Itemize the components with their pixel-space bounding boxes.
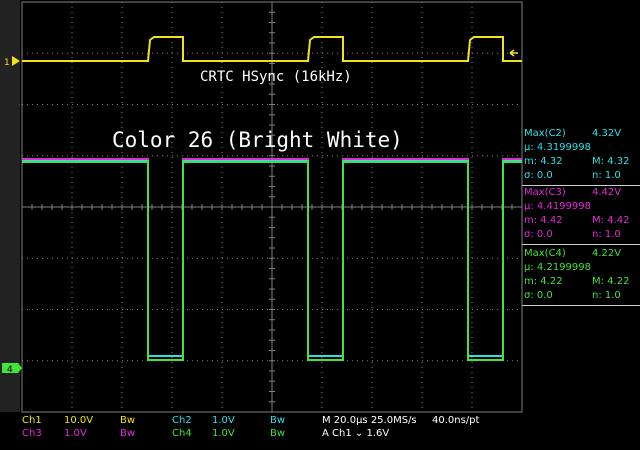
measurement-value: 4.22V — [592, 248, 622, 259]
measurement-row: µ: 4.3199998 — [524, 141, 640, 155]
measurement-key: m: 4.42 — [524, 215, 563, 226]
measurement-row: σ: 0.0 n: 1.0 — [524, 169, 640, 183]
measurement-row: σ: 0.0 n: 1.0 — [524, 289, 640, 303]
trigger-setting: A Ch1 ⌄ 1.6V — [322, 428, 390, 439]
measurement-value: 4.42V — [592, 187, 622, 198]
measurement-key: Max(C4) — [524, 248, 566, 259]
measurement-row: m: 4.42 M: 4.42 — [524, 214, 640, 228]
ch4-label: Ch4 — [172, 428, 192, 439]
ch1-scale: 10.0V — [64, 415, 94, 426]
ch4-scale: 1.0V — [212, 428, 235, 439]
measurement-separator — [522, 244, 640, 245]
measurement-row: µ: 4.4199998 — [524, 200, 640, 214]
measurement-value: n: 1.0 — [592, 229, 621, 240]
measurement-row: µ: 4.2199998 — [524, 261, 640, 275]
ch4-marker-label: 4 — [7, 365, 13, 375]
measurement-key: Max(C3) — [524, 187, 566, 198]
measurement-block: Max(C4) 4.22V µ: 4.2199998 m: 4.22 M: 4.22 σ:… — [524, 247, 640, 303]
measurement-row: m: 4.22 M: 4.22 — [524, 275, 640, 289]
measurement-key: µ: 4.3199998 — [524, 142, 591, 153]
measurement-key: Max(C2) — [524, 128, 566, 139]
ch4-bw-icon: Bw — [270, 428, 286, 439]
measurement-value: 4.32V — [592, 128, 622, 139]
measurement-key: σ: 0.0 — [524, 170, 553, 181]
measurement-block: Max(C3) 4.42V µ: 4.4199998 m: 4.42 M: 4.42 σ:… — [524, 186, 640, 242]
ch3-bw-icon: Bw — [120, 428, 136, 439]
measurement-row: Max(C2) 4.32V — [524, 127, 640, 141]
measurement-key: σ: 0.0 — [524, 290, 553, 301]
measurement-key: σ: 0.0 — [524, 229, 553, 240]
overlay-title: Color 26 (Bright White) — [112, 128, 403, 152]
measurement-key: µ: 4.4199998 — [524, 201, 591, 212]
measurement-row: σ: 0.0 n: 1.0 — [524, 228, 640, 242]
ch2-label: Ch2 — [172, 415, 192, 426]
ch1-label: Ch1 — [22, 415, 42, 426]
ch1-bw-icon: Bw — [120, 415, 136, 426]
measurement-key: m: 4.32 — [524, 156, 563, 167]
record-length: 40.0ns/pt — [432, 415, 480, 426]
graticule-grid — [21, 1, 523, 413]
measurement-value: M: 4.42 — [592, 215, 630, 226]
measurement-row: Max(C4) 4.22V — [524, 247, 640, 261]
measurement-value: M: 4.32 — [592, 156, 630, 167]
ch2-scale: 1.0V — [212, 415, 235, 426]
timebase: M 20.0µs 25.0MS/s — [322, 415, 417, 426]
signal-label: CRTC HSync (16kHz) — [200, 69, 352, 85]
measurement-key: µ: 4.2199998 — [524, 262, 591, 273]
ch3-scale: 1.0V — [64, 428, 87, 439]
trigger-level-icon — [509, 49, 518, 57]
measurement-separator — [522, 305, 640, 306]
measurement-key: m: 4.22 — [524, 276, 563, 287]
ch2-bw-icon: Bw — [270, 415, 286, 426]
ch3-label: Ch3 — [22, 428, 42, 439]
ch1-marker-label: 1 — [4, 58, 10, 68]
measurement-value: n: 1.0 — [592, 290, 621, 301]
measurement-value: n: 1.0 — [592, 170, 621, 181]
measurement-block: Max(C2) 4.32V µ: 4.3199998 m: 4.32 M: 4.32 σ:… — [524, 127, 640, 183]
measurement-value: M: 4.22 — [592, 276, 630, 287]
measurement-row: Max(C3) 4.42V — [524, 186, 640, 200]
measurement-row: m: 4.32 M: 4.32 — [524, 155, 640, 169]
